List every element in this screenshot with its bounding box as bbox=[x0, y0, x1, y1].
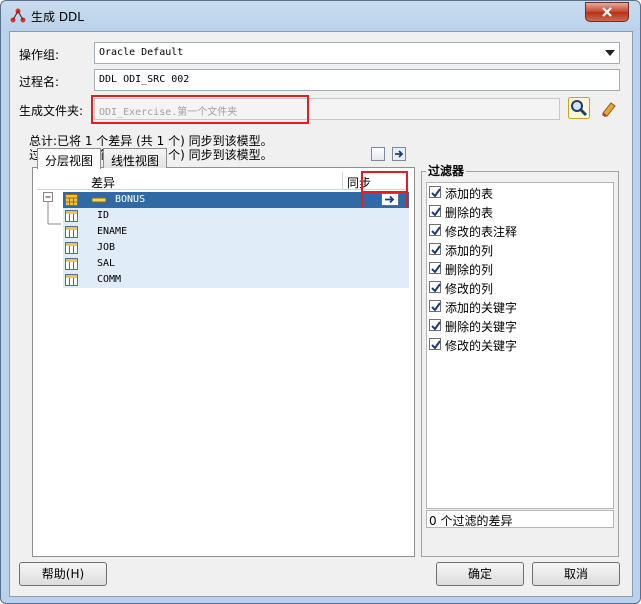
tab-linear-view[interactable]: 线性视图 bbox=[103, 148, 168, 168]
window-title: 生成 DDL bbox=[31, 10, 84, 24]
filter-item-label: 删除的关键字 bbox=[445, 320, 518, 334]
checkbox-checked-icon[interactable] bbox=[429, 281, 441, 293]
column-name: ID bbox=[97, 210, 110, 221]
column-icon bbox=[65, 274, 78, 286]
filter-item-label: 删除的列 bbox=[445, 263, 494, 277]
generate-folder-label: 生成文件夹: bbox=[19, 104, 84, 118]
checkbox-checked-icon[interactable] bbox=[429, 224, 441, 236]
grid-header: 差异 同步 bbox=[37, 172, 409, 190]
odi-app-icon bbox=[10, 8, 26, 23]
dialog-body: 操作组: Oracle Default 过程名: DDL ODI_SRC 002… bbox=[9, 31, 633, 597]
filter-status: 0 个过滤的差异 bbox=[426, 510, 614, 528]
dialog-window: 生成 DDL 操作组: Oracle Default 过程名: DDL ODI_… bbox=[0, 0, 641, 604]
checkbox-checked-icon[interactable] bbox=[429, 300, 441, 312]
sync-highlight-box bbox=[361, 171, 408, 211]
filter-item-label: 添加的关键字 bbox=[445, 301, 518, 315]
filter-item-label: 修改的列 bbox=[445, 282, 494, 296]
chevron-down-icon bbox=[605, 50, 615, 56]
checkbox-checked-icon[interactable] bbox=[429, 243, 441, 255]
tab-hierarchy-view[interactable]: 分层视图 bbox=[37, 148, 102, 169]
table-name: BONUS bbox=[115, 194, 146, 205]
filter-list: 添加的表 删除的表 修改的表注释 添加的列 删除的列 修改的列 添加的关键字 删… bbox=[426, 182, 614, 509]
table-icon bbox=[65, 194, 78, 206]
process-name-value: DDL ODI_SRC 002 bbox=[99, 74, 190, 85]
tab-linear-label: 线性视图 bbox=[111, 154, 160, 168]
operation-group-select[interactable]: Oracle Default bbox=[94, 42, 620, 64]
folder-highlight-box bbox=[91, 95, 309, 124]
column-name: JOB bbox=[97, 242, 116, 253]
help-button[interactable]: 帮助(H) bbox=[19, 562, 107, 586]
column-row-job[interactable]: JOB bbox=[63, 240, 409, 256]
table-row-bonus[interactable]: BONUS bbox=[63, 192, 409, 208]
column-icon bbox=[65, 226, 78, 238]
column-icon bbox=[65, 258, 78, 270]
sync-arrow-icon bbox=[393, 148, 405, 160]
close-button[interactable] bbox=[585, 2, 629, 22]
column-row-id[interactable]: ID bbox=[63, 208, 409, 224]
checkbox-checked-icon[interactable] bbox=[429, 262, 441, 274]
cancel-button[interactable]: 取消 bbox=[532, 562, 620, 586]
filter-title: 过滤器 bbox=[426, 162, 467, 179]
filter-item-label: 添加的列 bbox=[445, 244, 494, 258]
column-name: COMM bbox=[97, 274, 122, 285]
filter-item-label: 删除的表 bbox=[445, 206, 494, 220]
sync-all-button[interactable] bbox=[392, 147, 406, 161]
checkbox-checked-icon[interactable] bbox=[429, 186, 441, 198]
checkbox-checked-icon[interactable] bbox=[429, 205, 441, 217]
process-name-label: 过程名: bbox=[19, 75, 60, 89]
clear-button[interactable] bbox=[598, 97, 620, 119]
column-name: ENAME bbox=[97, 226, 128, 237]
filter-item-label: 修改的表注释 bbox=[445, 225, 518, 239]
column-row-sal[interactable]: SAL bbox=[63, 256, 409, 272]
column-icon bbox=[65, 242, 78, 254]
operation-group-label: 操作组: bbox=[19, 48, 60, 62]
title-bar: 生成 DDL bbox=[1, 1, 640, 31]
summary-total: 总计:已将 1 个差异 (共 1 个) 同步到该模型。 bbox=[29, 134, 273, 148]
column-row-ename[interactable]: ENAME bbox=[63, 224, 409, 240]
checkbox-checked-icon[interactable] bbox=[429, 338, 441, 350]
tree-connector bbox=[43, 192, 61, 225]
eraser-icon bbox=[602, 102, 616, 117]
column-icon bbox=[65, 210, 78, 222]
process-name-input[interactable]: DDL ODI_SRC 002 bbox=[94, 69, 620, 91]
column-name: SAL bbox=[97, 258, 116, 269]
close-icon bbox=[602, 7, 612, 17]
column-separator bbox=[342, 172, 343, 190]
search-icon bbox=[568, 97, 590, 119]
column-header-diff[interactable]: 差异 bbox=[91, 174, 115, 191]
filter-item-label: 修改的关键字 bbox=[445, 339, 518, 353]
modified-icon bbox=[91, 197, 107, 203]
ok-button[interactable]: 确定 bbox=[436, 562, 524, 586]
select-all-toggle[interactable] bbox=[371, 147, 385, 161]
operation-group-value: Oracle Default bbox=[99, 47, 184, 58]
checkbox-checked-icon[interactable] bbox=[429, 319, 441, 331]
diff-panel: 分层视图 线性视图 差异 同步 BONUS ID ENAME JOB SAL C… bbox=[32, 148, 415, 557]
filter-item-label: 添加的表 bbox=[445, 187, 494, 201]
tab-hierarchy-label: 分层视图 bbox=[45, 154, 94, 168]
search-button[interactable] bbox=[568, 97, 590, 119]
column-row-comm[interactable]: COMM bbox=[63, 272, 409, 288]
